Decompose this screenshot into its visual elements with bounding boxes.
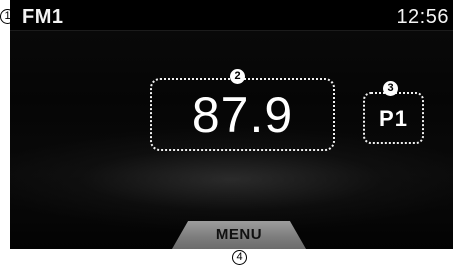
menu-button[interactable]: MENU (172, 221, 306, 249)
radio-screen: FM1 12:56 87.9 P1 MENU (10, 0, 453, 249)
menu-label: MENU (215, 226, 263, 243)
callout-2: 2 (230, 69, 245, 84)
preset-display[interactable]: P1 (363, 92, 424, 144)
band-label[interactable]: FM1 (22, 6, 64, 29)
callout-3: 3 (383, 81, 398, 96)
preset-value: P1 (379, 106, 408, 131)
clock: 12:56 (396, 6, 449, 28)
callout-4: 4 (232, 250, 247, 265)
manual-figure: 1 FM1 12:56 87.9 P1 MENU 2 3 4 (0, 0, 453, 268)
status-bar: FM1 12:56 (10, 0, 453, 31)
frequency-value: 87.9 (191, 87, 294, 143)
frequency-display[interactable]: 87.9 (150, 78, 335, 151)
